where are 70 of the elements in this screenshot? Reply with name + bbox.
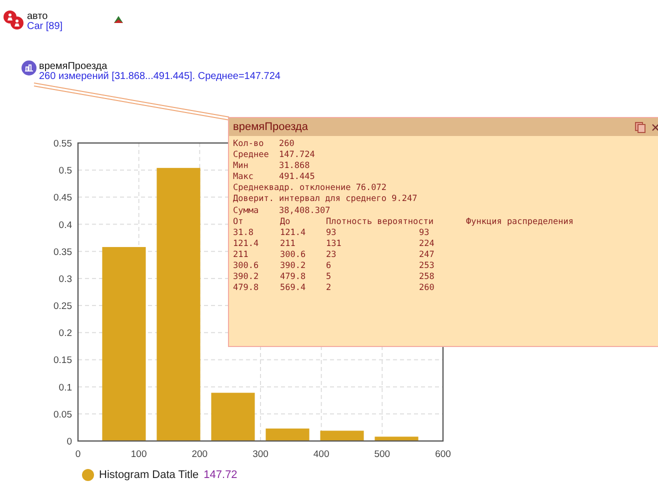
y-tick-label: 0.15: [54, 355, 72, 366]
y-tick-label: 0: [66, 436, 72, 448]
table-cell-text: 6: [326, 261, 332, 272]
stat-line: Среднеквадр. отклонение 76.072: [233, 183, 388, 194]
legend-label: Histogram Data Title: [99, 469, 199, 481]
y-tick-label: 0.25: [54, 301, 72, 312]
y-tick-label: 0.05: [54, 409, 72, 420]
x-tick-label: 400: [313, 449, 330, 460]
table-cell-text: 211: [280, 238, 296, 250]
table-cell-text: 93: [326, 228, 338, 239]
x-tick-label: 0: [75, 449, 81, 460]
table-cell-text: 569.4: [280, 283, 307, 294]
legend-value: 147.72: [204, 469, 238, 481]
y-tick-label: 0.35: [54, 246, 72, 258]
table-cell-text: 224: [419, 238, 436, 250]
node-title: времяПроезда: [39, 62, 108, 72]
table-cell-text: 258: [419, 272, 436, 284]
stat-line: Доверит. интервал для среднего 9.247: [233, 194, 418, 206]
histogram-bar: [266, 428, 310, 441]
table-cell-text: 23: [326, 250, 338, 262]
column-header: До: [280, 216, 292, 228]
x-tick-label: 100: [130, 449, 147, 460]
stat-line: Сумма 38,408.307: [233, 206, 332, 217]
table-cell-text: 300.6: [233, 261, 260, 272]
histogram-bar: [374, 436, 418, 441]
histogram-bar: [211, 392, 255, 441]
table-cell-text: 121.4: [280, 228, 307, 239]
y-tick-label: 0.45: [54, 192, 72, 204]
node-subtitle: Car [89]: [27, 22, 63, 32]
table-cell-text: 5: [326, 272, 332, 284]
copy-icon[interactable]: [635, 122, 646, 132]
y-tick-label: 0.3: [58, 274, 72, 285]
table-cell-text: 247: [419, 250, 436, 262]
stat-line: Кол-во 260: [233, 139, 296, 150]
table-cell-text: 131: [326, 238, 342, 250]
table-cell-text: 2: [326, 283, 332, 294]
stat-line: Макс 491.445: [233, 172, 316, 184]
column-header: Функция распределения: [466, 216, 574, 228]
column-header: Плотность вероятности: [326, 216, 434, 228]
table-cell-text: 93: [419, 228, 430, 239]
y-tick-label: 0.4: [58, 220, 72, 231]
x-tick-label: 300: [252, 449, 268, 460]
table-cell-text: 31.8: [233, 228, 254, 239]
table-cell-text: 300.6: [280, 250, 307, 262]
table-cell-text: 479.8: [280, 272, 307, 284]
x-tick-label: 600: [435, 449, 451, 460]
table-cell-text: 390.2: [280, 261, 307, 272]
column-header: От: [233, 216, 244, 228]
table-cell-text: 253: [419, 261, 436, 272]
stat-line: Мин 31.868: [233, 161, 311, 172]
node-subtitle: 260 измерений [31.868...491.445]. Среднее=147.724: [39, 72, 280, 82]
x-tick-label: 500: [374, 449, 390, 460]
popup-title: времяПроезда: [233, 121, 308, 133]
x-tick-label: 200: [192, 449, 208, 460]
y-tick-label: 0.55: [54, 138, 72, 150]
close-icon[interactable]: [652, 124, 658, 130]
stat-line: Среднее 147.724: [233, 150, 316, 162]
people-icon: [3, 10, 25, 30]
table-cell-text: 260: [419, 283, 436, 294]
y-tick-label: 0.5: [58, 166, 72, 177]
y-tick-label: 0.1: [58, 382, 72, 394]
node-title: авто: [27, 12, 48, 22]
table-cell-text: 479.8: [233, 283, 260, 294]
histogram-bar: [320, 430, 364, 441]
table-cell-text: 390.2: [233, 272, 260, 284]
chart-node-icon: [21, 60, 37, 76]
y-tick-label: 0.2: [58, 328, 72, 340]
table-cell-text: 121.4: [233, 238, 260, 250]
table-cell-text: 211: [233, 250, 250, 262]
triangle-icon: [114, 16, 123, 23]
